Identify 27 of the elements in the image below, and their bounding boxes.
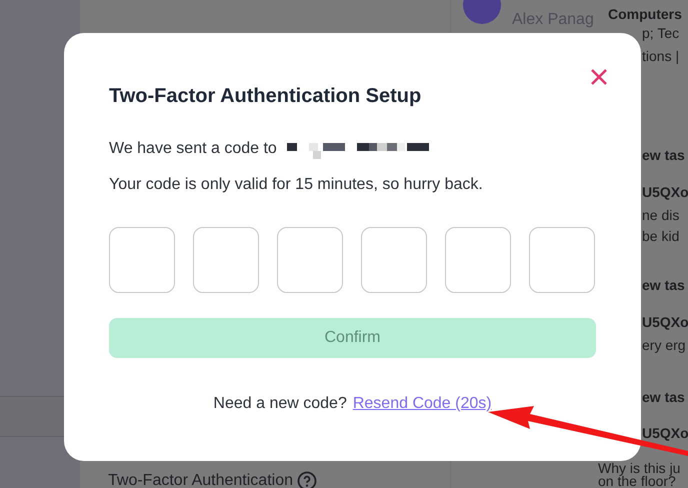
code-digit-field[interactable] <box>109 227 175 293</box>
code-digit-field[interactable] <box>529 227 595 293</box>
task-text: ne dis <box>642 209 680 222</box>
validity-message: Your code is only valid for 15 minutes, so hurry back. <box>109 175 484 195</box>
help-icon[interactable] <box>296 471 317 488</box>
task-title: U5QXo <box>642 186 688 199</box>
task-title: U5QXo <box>642 316 688 329</box>
task-text: p; Tec <box>642 27 680 40</box>
code-digit-field[interactable] <box>445 227 511 293</box>
dialog-title: Two-Factor Authentication Setup <box>109 84 422 109</box>
task-title: ew tas <box>642 279 685 292</box>
code-digit-field[interactable] <box>277 227 343 293</box>
task-title: ew tas <box>642 149 685 162</box>
section-heading: Two-Factor Authentication <box>108 471 293 488</box>
task-text: ery erg <box>642 339 686 352</box>
resend-prompt: Need a new code? <box>213 394 347 414</box>
task-text: on the floor? <box>598 475 676 488</box>
resend-code-link[interactable]: Resend Code (20s) <box>352 392 492 416</box>
code-digit-field[interactable] <box>361 227 427 293</box>
task-title: U5QXo <box>642 427 688 440</box>
code-digit-field[interactable] <box>193 227 259 293</box>
task-title: Computers <box>608 8 682 21</box>
task-text: be kid <box>642 230 680 243</box>
task-text: Why is this ju <box>598 462 680 475</box>
task-title: ew tas <box>642 391 685 404</box>
task-text: tions | <box>642 50 680 63</box>
sent-message: We have sent a code to <box>109 139 277 159</box>
